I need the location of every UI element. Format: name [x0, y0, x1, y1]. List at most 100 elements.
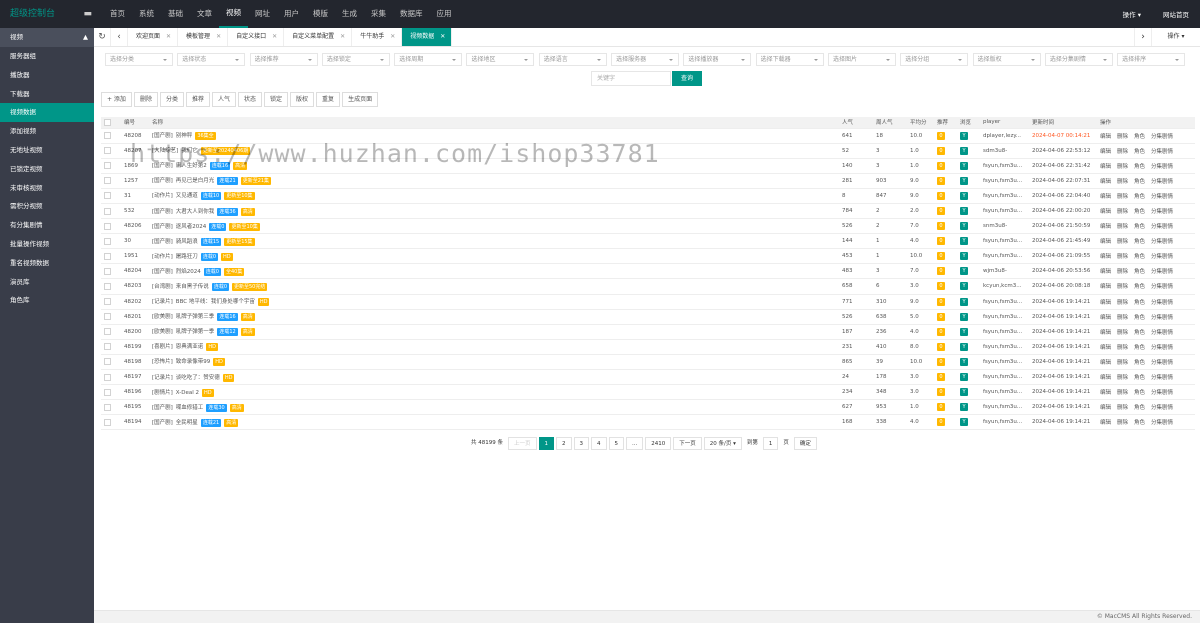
row-op-link[interactable]: 删除 [1117, 149, 1128, 155]
filter-select[interactable]: 选择推荐 [249, 53, 318, 66]
row-op-link[interactable]: 角色 [1134, 390, 1145, 396]
close-icon[interactable]: ✕ [390, 33, 395, 40]
row-op-link[interactable]: 编辑 [1100, 149, 1111, 155]
row-name[interactable]: 逐风者2024 [176, 224, 207, 230]
filter-select[interactable]: 选择状态 [177, 53, 246, 66]
pager-page-button[interactable]: 4 [591, 437, 607, 450]
sidebar-item[interactable]: 下载器 [0, 85, 94, 104]
browse-toggle[interactable]: Y [960, 327, 968, 336]
close-icon[interactable]: ✕ [340, 33, 345, 40]
browse-toggle[interactable]: Y [960, 342, 968, 351]
pager-next-button[interactable]: 下一页 [673, 437, 702, 450]
row-checkbox[interactable] [104, 328, 111, 336]
filter-select[interactable]: 选择分集剧情 [1044, 53, 1113, 66]
recommend-toggle[interactable]: 0 [937, 418, 945, 427]
row-checkbox[interactable] [104, 237, 111, 245]
row-name[interactable]: 喋血修猎工 [176, 405, 204, 411]
action-button[interactable]: 生成页面 [342, 92, 379, 107]
browse-toggle[interactable]: Y [960, 388, 968, 397]
close-icon[interactable]: ✕ [440, 33, 445, 40]
recommend-toggle[interactable]: 0 [937, 312, 945, 321]
filter-select[interactable]: 选择播放器 [683, 53, 752, 66]
row-op-link[interactable]: 分集剧情 [1151, 149, 1173, 155]
row-op-link[interactable]: 删除 [1117, 345, 1128, 351]
row-op-link[interactable]: 删除 [1117, 284, 1128, 290]
action-button[interactable]: 分类 [159, 92, 184, 107]
row-op-link[interactable]: 角色 [1134, 164, 1145, 170]
pager-size-select[interactable]: 20 条/页 ▾ [703, 437, 742, 450]
pager-page-button[interactable]: 2 [556, 437, 572, 450]
row-op-link[interactable]: 删除 [1117, 194, 1128, 200]
browse-toggle[interactable]: Y [960, 403, 968, 412]
tab-item[interactable]: 模板管理 ✕ [178, 28, 229, 46]
recommend-toggle[interactable]: 0 [937, 146, 945, 155]
keyword-input[interactable]: 关键字 [591, 71, 671, 86]
sidebar-group-title[interactable]: 视频 ▲ [0, 28, 94, 47]
recommend-toggle[interactable]: 0 [937, 373, 945, 382]
action-button[interactable]: 删除 [133, 92, 158, 107]
row-op-link[interactable]: 删除 [1117, 269, 1128, 275]
row-op-link[interactable]: 角色 [1134, 254, 1145, 260]
row-op-link[interactable]: 编辑 [1100, 179, 1111, 185]
topnav-item[interactable]: 生成 [335, 0, 364, 28]
row-name[interactable]: 全民明星 [176, 420, 198, 426]
menu-fold-icon[interactable]: ▬ [83, 0, 92, 28]
row-op-link[interactable]: 分集剧情 [1151, 194, 1173, 200]
sidebar-item[interactable]: 有分集剧情 [0, 216, 94, 235]
row-op-link[interactable]: 角色 [1134, 420, 1145, 426]
topnav-item[interactable]: 首页 [103, 0, 132, 28]
sidebar-item[interactable]: 视频数据 [0, 103, 94, 123]
topnav-item[interactable]: 视频 [219, 0, 248, 28]
recommend-toggle[interactable]: 0 [937, 267, 945, 276]
browse-toggle[interactable]: Y [960, 176, 968, 185]
pager-confirm-button[interactable]: 确定 [793, 437, 817, 450]
filter-select[interactable]: 选择图片 [827, 53, 896, 66]
row-op-link[interactable]: 删除 [1117, 360, 1128, 366]
row-op-link[interactable]: 编辑 [1100, 330, 1111, 336]
topnav-item[interactable]: 用户 [277, 0, 306, 28]
row-checkbox[interactable] [104, 177, 111, 185]
row-op-link[interactable]: 删除 [1117, 209, 1128, 215]
row-op-link[interactable]: 删除 [1117, 315, 1128, 321]
row-op-link[interactable]: 编辑 [1100, 284, 1111, 290]
row-op-link[interactable]: 删除 [1117, 375, 1128, 381]
sidebar-item[interactable]: 重名视频数据 [0, 254, 94, 273]
row-op-link[interactable]: 分集剧情 [1151, 330, 1173, 336]
topnav-item[interactable]: 模版 [306, 0, 335, 28]
topnav-item[interactable]: 网址 [248, 0, 277, 28]
row-op-link[interactable]: 编辑 [1100, 390, 1111, 396]
row-op-link[interactable]: 删除 [1117, 164, 1128, 170]
row-op-link[interactable]: 分集剧情 [1151, 209, 1173, 215]
browse-toggle[interactable]: Y [960, 146, 968, 155]
pager-page-button[interactable]: 5 [608, 437, 625, 450]
action-button[interactable]: 锁定 [264, 92, 289, 107]
row-name[interactable]: 恩典满亚诺 [176, 344, 204, 350]
recommend-toggle[interactable]: 0 [937, 191, 945, 200]
row-op-link[interactable]: 删除 [1117, 300, 1128, 306]
browse-toggle[interactable]: Y [960, 373, 968, 382]
filter-select[interactable]: 选择锁定 [321, 53, 390, 66]
tab-op-menu[interactable]: 操作 ▾ [1151, 28, 1200, 46]
row-op-link[interactable]: 角色 [1134, 269, 1145, 275]
row-op-link[interactable]: 删除 [1117, 179, 1128, 185]
row-checkbox[interactable] [104, 403, 111, 411]
row-name[interactable]: 致命录像带99 [176, 359, 211, 365]
row-op-link[interactable]: 分集剧情 [1151, 164, 1173, 170]
recommend-toggle[interactable]: 0 [937, 176, 945, 185]
sidebar-item[interactable]: 播放器 [0, 66, 94, 85]
row-op-link[interactable]: 角色 [1134, 209, 1145, 215]
tab-item[interactable]: 自定义菜单配置 ✕ [284, 28, 353, 46]
row-op-link[interactable]: 编辑 [1100, 360, 1111, 366]
row-op-link[interactable]: 分集剧情 [1151, 239, 1173, 245]
row-op-link[interactable]: 角色 [1134, 284, 1145, 290]
action-button[interactable]: 推荐 [185, 92, 210, 107]
header-op-menu[interactable]: 操作 ▾ [1112, 9, 1152, 19]
row-name[interactable]: 又见通道 [176, 193, 198, 199]
row-op-link[interactable]: 编辑 [1100, 224, 1111, 230]
browse-toggle[interactable]: Y [960, 237, 968, 246]
browse-toggle[interactable]: Y [960, 282, 968, 291]
filter-select[interactable]: 选择语言 [538, 53, 607, 66]
sidebar-item[interactable]: 角色库 [0, 291, 94, 310]
filter-select[interactable]: 选择版权 [972, 53, 1041, 66]
browse-toggle[interactable]: Y [960, 161, 968, 170]
